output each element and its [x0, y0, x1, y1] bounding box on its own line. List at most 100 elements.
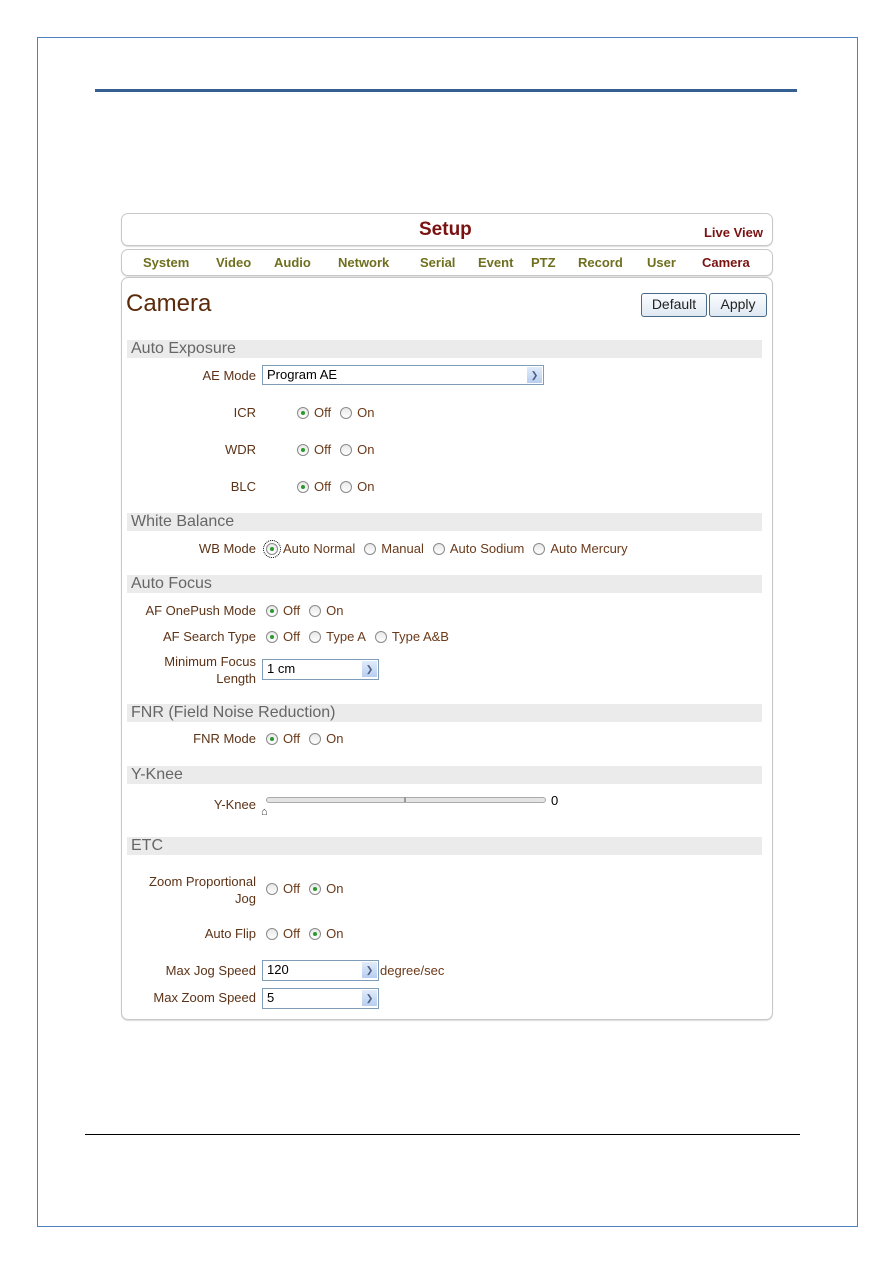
max-jog-select[interactable]: 120 ❯ [262, 960, 379, 981]
nav-record[interactable]: Record [578, 255, 623, 270]
nav-audio[interactable]: Audio [274, 255, 311, 270]
max-jog-label: Max Jog Speed [165, 963, 256, 978]
af-search-label: AF Search Type [163, 629, 256, 644]
icr-label: ICR [233, 405, 256, 420]
min-focus-label: Minimum Focus [164, 654, 256, 669]
wb-auto-sodium-radio[interactable] [432, 542, 445, 555]
option-label: On [357, 442, 375, 457]
zoom-prop-off-radio[interactable] [266, 882, 278, 895]
fnr-on-radio[interactable] [309, 732, 322, 745]
auto-flip-radio-group: Off On [266, 926, 352, 941]
slider-thumb-icon[interactable]: ⌂ [261, 806, 268, 818]
chevron-down-icon: ❯ [527, 367, 542, 383]
af-onepush-off-radio[interactable] [266, 604, 278, 617]
nav-serial[interactable]: Serial [420, 255, 455, 270]
ae-mode-value: Program AE [267, 367, 338, 382]
nav-user[interactable]: User [647, 255, 676, 270]
page-title: Camera [126, 290, 212, 317]
af-search-off-radio[interactable] [266, 630, 278, 643]
nav-ptz[interactable]: PTZ [531, 255, 556, 270]
chevron-down-icon: ❯ [362, 990, 377, 1006]
af-search-type-a-radio[interactable] [309, 630, 322, 643]
header-rule [95, 89, 797, 92]
section-auto-focus: Auto Focus [127, 575, 762, 593]
af-search-type-ab-radio[interactable] [374, 630, 387, 643]
max-zoom-value: 5 [267, 990, 275, 1005]
chevron-down-icon: ❯ [362, 661, 377, 677]
wdr-label: WDR [224, 442, 256, 457]
footer-rule [85, 1134, 800, 1135]
setup-header: Setup Live View [121, 213, 773, 246]
nav-system[interactable]: System [143, 255, 189, 270]
zoom-prop-radio-group: Off On [266, 881, 352, 896]
option-label: On [326, 603, 344, 618]
y-knee-value: 0 [551, 793, 559, 808]
setup-title: Setup [419, 219, 472, 240]
nav-network[interactable]: Network [338, 255, 389, 270]
option-label: Off [283, 881, 301, 896]
live-view-link[interactable]: Live View [704, 225, 763, 240]
zoom-prop-on-radio[interactable] [309, 882, 322, 895]
section-y-knee: Y-Knee [127, 766, 762, 784]
fnr-off-radio[interactable] [266, 732, 278, 745]
max-jog-unit: degree/sec [380, 963, 445, 978]
fnr-mode-radio-group: Off On [266, 731, 352, 746]
wb-manual-radio[interactable] [364, 542, 377, 555]
auto-flip-off-radio[interactable] [266, 927, 278, 940]
option-label: On [357, 405, 375, 420]
nav-event[interactable]: Event [478, 255, 513, 270]
option-label: On [326, 926, 344, 941]
max-zoom-label: Max Zoom Speed [153, 990, 256, 1005]
min-focus-select[interactable]: 1 cm ❯ [262, 659, 379, 680]
zoom-prop-label-line2: Jog [235, 891, 256, 906]
nav-video[interactable]: Video [216, 255, 251, 270]
ae-mode-label: AE Mode [202, 368, 256, 383]
slider-center-tick [404, 797, 406, 802]
af-onepush-radio-group: Off On [266, 603, 352, 618]
wb-mode-radio-group: Auto Normal Manual Auto Sodium Auto Merc… [263, 539, 637, 558]
section-etc: ETC [127, 837, 762, 855]
max-jog-value: 120 [267, 962, 289, 977]
nav-bar: System Video Audio Network Serial Event … [121, 249, 773, 276]
ae-mode-select[interactable]: Program AE ❯ [262, 365, 544, 385]
section-auto-exposure: Auto Exposure [127, 340, 762, 358]
auto-flip-label: Auto Flip [204, 926, 256, 941]
af-onepush-label: AF OnePush Mode [145, 603, 256, 618]
apply-button[interactable]: Apply [709, 293, 767, 317]
wdr-off-radio[interactable] [297, 443, 309, 456]
wb-auto-normal-radio[interactable] [263, 539, 281, 558]
content-panel [121, 277, 773, 1020]
icr-on-radio[interactable] [340, 406, 353, 419]
wdr-on-radio[interactable] [340, 443, 353, 456]
option-label: Auto Sodium [449, 541, 525, 556]
min-focus-value: 1 cm [267, 661, 296, 676]
blc-on-radio[interactable] [340, 480, 353, 493]
option-label: On [326, 881, 344, 896]
default-button[interactable]: Default [641, 293, 707, 317]
af-search-radio-group: Off Type A Type A&B [266, 629, 458, 644]
max-zoom-select[interactable]: 5 ❯ [262, 988, 379, 1009]
option-label: Off [314, 479, 332, 494]
wb-auto-mercury-radio[interactable] [533, 542, 546, 555]
option-label: Type A&B [391, 629, 449, 644]
option-label: Off [283, 603, 301, 618]
option-label: Manual [381, 541, 424, 556]
y-knee-slider-track[interactable] [266, 797, 546, 803]
blc-label: BLC [230, 479, 256, 494]
blc-off-radio[interactable] [297, 480, 309, 493]
section-fnr: FNR (Field Noise Reduction) [127, 704, 762, 722]
option-label: Auto Mercury [550, 541, 628, 556]
option-label: Off [314, 405, 332, 420]
document-page: Setup Live View System Video Audio Netwo… [0, 0, 893, 1263]
y-knee-label: Y-Knee [213, 797, 256, 812]
option-label: Type A [326, 629, 366, 644]
icr-off-radio[interactable] [297, 406, 309, 419]
nav-camera[interactable]: Camera [702, 255, 750, 270]
option-label: Auto Normal [283, 541, 356, 556]
wb-mode-label: WB Mode [198, 541, 256, 556]
icr-radio-group: Off On [297, 405, 383, 420]
af-onepush-on-radio[interactable] [309, 604, 322, 617]
option-label: Off [283, 926, 301, 941]
auto-flip-on-radio[interactable] [309, 927, 322, 940]
option-label: Off [283, 731, 301, 746]
